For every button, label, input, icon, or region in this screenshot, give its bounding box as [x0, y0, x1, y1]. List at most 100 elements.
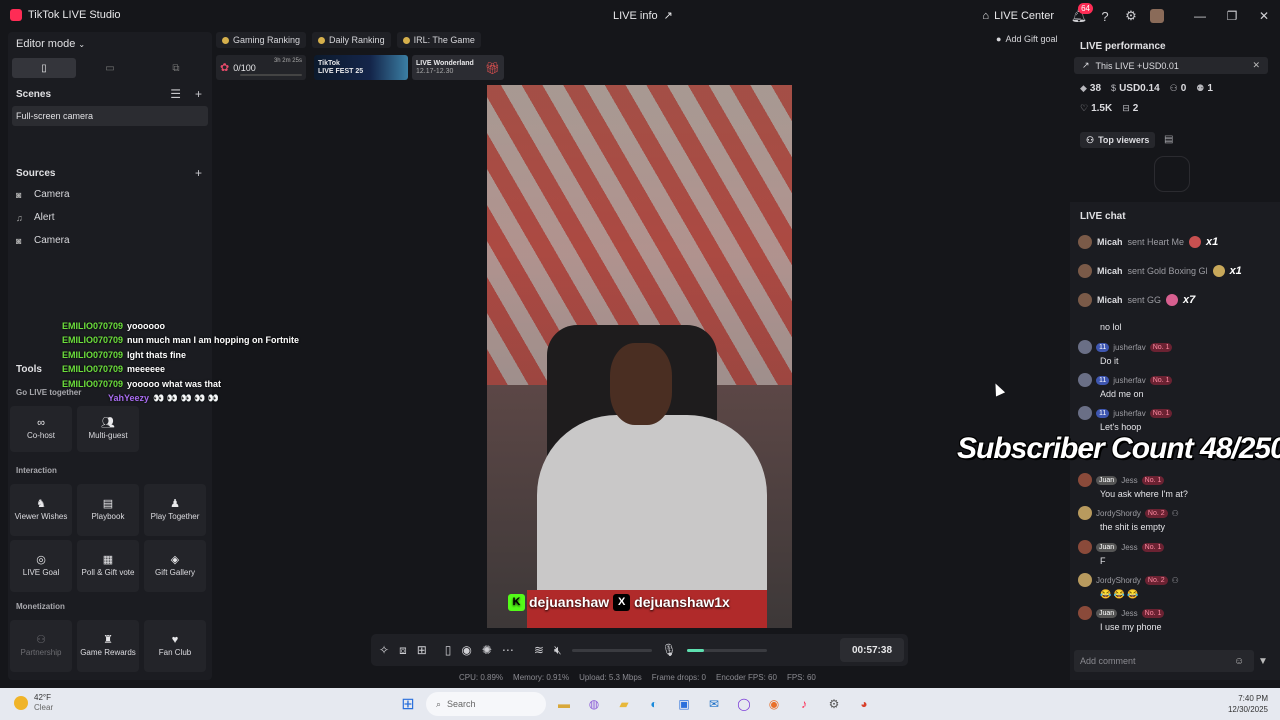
chat-message[interactable]: 11 jusherfav No. 1 Do it	[1078, 340, 1173, 366]
tile-label: Game Rewards	[80, 647, 136, 657]
more-icon[interactable]: ⋯	[502, 643, 514, 657]
top-viewers-tab[interactable]: ⚇ Top viewers	[1080, 132, 1156, 148]
layout-icon[interactable]: ⧈	[399, 643, 407, 658]
firefox-icon[interactable]: ◉	[762, 692, 786, 716]
close-button[interactable]: ✕	[1248, 0, 1280, 32]
adjust-icon[interactable]: ≋	[534, 643, 544, 657]
live-info-button[interactable]: LIVE info ↗	[613, 9, 673, 23]
partnership-tile[interactable]: ⚇ Partnership	[10, 620, 72, 672]
list-icon[interactable]: ☰	[170, 87, 181, 101]
add-user-icon: ⚉	[1196, 83, 1205, 93]
landscape-mode-button[interactable]: ▭	[78, 58, 142, 78]
phone-icon[interactable]: ▯	[445, 643, 452, 657]
record-icon[interactable]: ◉	[461, 643, 471, 657]
folder-icon[interactable]: ▰	[612, 692, 636, 716]
tile-label: Poll & Gift vote	[81, 567, 135, 577]
this-live-earnings[interactable]: ↗ This LIVE +USD0.01 ✕	[1074, 57, 1268, 74]
emoji-icon[interactable]: ☺	[1234, 656, 1244, 667]
source-item-alert[interactable]: ♫ Alert	[16, 212, 55, 223]
playbook-tile[interactable]: ▤ Playbook	[77, 484, 139, 536]
daily-ranking-chip[interactable]: Daily Ranking	[312, 32, 391, 48]
mic-volume-slider[interactable]	[686, 648, 767, 652]
gift-action: sent Heart Me	[1127, 237, 1185, 247]
editor-mode-dropdown[interactable]: Editor mode ⌄	[16, 38, 85, 50]
poll-gift-vote-tile[interactable]: ▦ Poll & Gift vote	[77, 540, 139, 592]
add-gift-goal-button[interactable]: ● Add Gift goal	[996, 34, 1057, 44]
windows-start-button[interactable]: ⊞	[396, 692, 420, 716]
social-handles: K dejuanshaw X dejuanshaw1x	[508, 591, 730, 613]
fan-club-tile[interactable]: ♥ Fan Club	[144, 620, 206, 672]
edge-icon[interactable]: ◐	[642, 692, 666, 716]
add-comment-input[interactable]: Add comment	[1074, 650, 1254, 672]
speaker-volume-slider[interactable]	[571, 648, 652, 652]
camera-preview[interactable]: K dejuanshaw X dejuanshaw1x	[487, 85, 792, 628]
list-view-icon[interactable]: ▤	[1164, 134, 1173, 145]
chrome-icon[interactable]: ◕	[852, 692, 876, 716]
tiktok-studio-icon[interactable]: ♪	[792, 692, 816, 716]
magic-wand-icon[interactable]: ✧	[379, 643, 389, 657]
live-wonderland-banner[interactable]: LIVE Wonderland 12.17-12.30 🎁︎	[412, 55, 504, 80]
chat-text: lght thats fine	[127, 349, 187, 360]
irl-game-chip[interactable]: IRL: The Game	[396, 32, 481, 48]
dual-mode-button[interactable]: ⧉	[144, 58, 208, 78]
chat-message[interactable]: JordyShordy No. 2 ⚇ 😂 😂 😂	[1078, 573, 1179, 600]
chat-message[interactable]: Juan Jess No. 1 You ask where I'm at?	[1078, 473, 1188, 499]
play-together-tile[interactable]: ♟ Play Together	[144, 484, 206, 536]
settings-button[interactable]: ⚙	[1119, 4, 1143, 28]
source-item-camera[interactable]: ◙ Camera	[16, 189, 70, 200]
chat-message[interactable]: Juan Jess No. 1 F	[1078, 540, 1165, 566]
chat-message[interactable]: JordyShordy No. 2 ⚇ the shit is empty	[1078, 506, 1179, 532]
store-icon[interactable]: ▣	[672, 692, 696, 716]
gift-gallery-tile[interactable]: ◈ Gift Gallery	[144, 540, 206, 592]
viewer-wishes-tile[interactable]: ♞ Viewer Wishes	[10, 484, 72, 536]
joystick-icon: ♟	[170, 497, 180, 510]
microphone-icon[interactable]: 🎙︎	[662, 643, 677, 657]
taskbar-search[interactable]: ⌕ Search	[426, 692, 546, 716]
game-rewards-tile[interactable]: ♜ Game Rewards	[77, 620, 139, 672]
live-performance-heading: LIVE performance	[1080, 41, 1166, 52]
help-button[interactable]: ?	[1093, 4, 1117, 28]
chat-meta: JordyShordy No. 2 ⚇	[1078, 506, 1179, 520]
cohost-tile[interactable]: ∞ Co-host	[10, 406, 72, 452]
speaker-muted-icon[interactable]: 🔇︎	[554, 643, 562, 658]
filter-icon[interactable]: ▼	[1258, 656, 1268, 667]
close-icon[interactable]: ✕	[1252, 60, 1260, 71]
effects-icon[interactable]: ✺	[482, 643, 492, 657]
profile-button[interactable]	[1145, 4, 1169, 28]
search-label: Search	[447, 699, 476, 709]
add-scene-icon[interactable]: +	[195, 87, 202, 101]
scenes-actions: ☰ +	[170, 87, 202, 101]
chat-message[interactable]: 11 jusherfav No. 1 Add me on	[1078, 373, 1173, 399]
live-fest-banner[interactable]: TikTok LIVE FEST 25	[314, 55, 408, 80]
level-badge: Juan	[1096, 475, 1118, 485]
portrait-mode-button[interactable]: ▯	[12, 58, 76, 78]
avatar	[1078, 473, 1092, 487]
gaming-ranking-chip[interactable]: Gaming Ranking	[216, 32, 307, 48]
avatar	[1078, 506, 1092, 520]
live-goal-tile[interactable]: ◎ LIVE Goal	[10, 540, 72, 592]
settings-icon[interactable]: ⚙	[822, 692, 846, 716]
file-explorer-icon[interactable]: ▬	[552, 692, 576, 716]
screen-add-icon[interactable]: ⊞	[417, 643, 427, 657]
rank-badge: No. 2	[1144, 508, 1168, 518]
live-center-button[interactable]: ⌂ LIVE Center	[982, 10, 1054, 22]
chat-text: I use my phone	[1100, 622, 1162, 632]
goal-progress-card[interactable]: ✿ 0/100 3h 2m 25s	[216, 55, 306, 80]
source-item-camera[interactable]: ◙ Camera	[16, 235, 70, 246]
weather-widget[interactable]: 42°F Clear	[14, 693, 53, 713]
obs-icon[interactable]: ◯	[732, 692, 756, 716]
multiguest-tile[interactable]: 👥︎ Multi-guest	[77, 406, 139, 452]
add-source-icon[interactable]: +	[195, 166, 202, 180]
minimize-button[interactable]: —	[1184, 0, 1216, 32]
system-clock[interactable]: 7:40 PM 12/30/2025	[1228, 693, 1268, 715]
scene-item[interactable]: Full-screen camera	[12, 106, 208, 126]
chat-meta: 11 jusherfav No. 1	[1078, 340, 1173, 354]
chat-message[interactable]: 11 jusherfav No. 1 Let's hoop	[1078, 406, 1173, 432]
outlook-icon[interactable]: ✉	[702, 692, 726, 716]
chat-username: Jess	[1121, 542, 1138, 552]
chat-message[interactable]: Juan Jess No. 1 I use my phone	[1078, 606, 1165, 632]
notifications-button[interactable]: 🔔︎ 64	[1067, 3, 1093, 28]
stats-row-2: ♡ 1.5K ⊟ 2	[1080, 103, 1138, 114]
copilot-icon[interactable]: ◍	[582, 692, 606, 716]
maximize-button[interactable]: ❐	[1216, 0, 1248, 32]
